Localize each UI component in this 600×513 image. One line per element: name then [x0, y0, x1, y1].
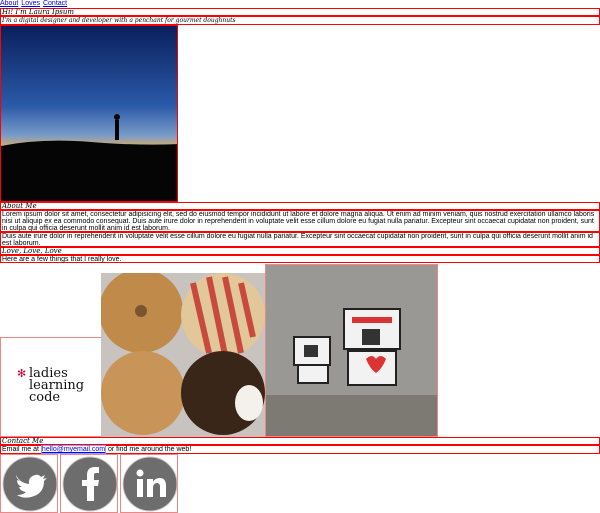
- loves-intro: Here are a few things that I really love…: [0, 255, 600, 263]
- twitter-link[interactable]: [0, 454, 58, 513]
- intro-heading: Hi! I'm Laura Ipsum: [0, 8, 600, 16]
- ladies-learning-code-logo: ✻ ladies learning code: [0, 337, 102, 437]
- contact-line: Email me at hello@myemail.com or find me…: [0, 445, 600, 454]
- llc-line-3: code: [29, 390, 61, 405]
- nav-contact-link[interactable]: Contact: [43, 0, 67, 7]
- donuts-photo: [101, 273, 266, 438]
- contact-title: Contact Me: [0, 437, 600, 445]
- contact-prefix: Email me at: [2, 446, 39, 453]
- about-paragraph-1: Lorem ipsum dolor sit amet, consectetur …: [0, 210, 600, 232]
- llc-mark-icon: ✻: [17, 367, 27, 380]
- loves-title: Love, Love, Love: [0, 247, 600, 255]
- robot-street-art-photo: [265, 264, 438, 437]
- contact-suffix: or find me around the web!: [108, 446, 192, 453]
- about-paragraph-2: Duis aute irure dolor in reprehenderit i…: [0, 232, 600, 247]
- profile-photo: [0, 25, 178, 202]
- facebook-link[interactable]: [60, 454, 118, 513]
- nav-loves-link[interactable]: Loves: [21, 0, 40, 7]
- twitter-icon: [2, 456, 58, 512]
- about-title: About Me: [0, 202, 600, 210]
- intro-tagline: I'm a digital designer and developer wit…: [0, 16, 600, 25]
- email-link[interactable]: hello@myemail.com: [40, 445, 107, 454]
- linkedin-link[interactable]: [120, 454, 178, 513]
- main-nav: About Loves Contact: [0, 0, 70, 8]
- linkedin-icon: [122, 456, 178, 512]
- nav-about-link[interactable]: About: [0, 0, 18, 7]
- facebook-icon: [62, 456, 118, 512]
